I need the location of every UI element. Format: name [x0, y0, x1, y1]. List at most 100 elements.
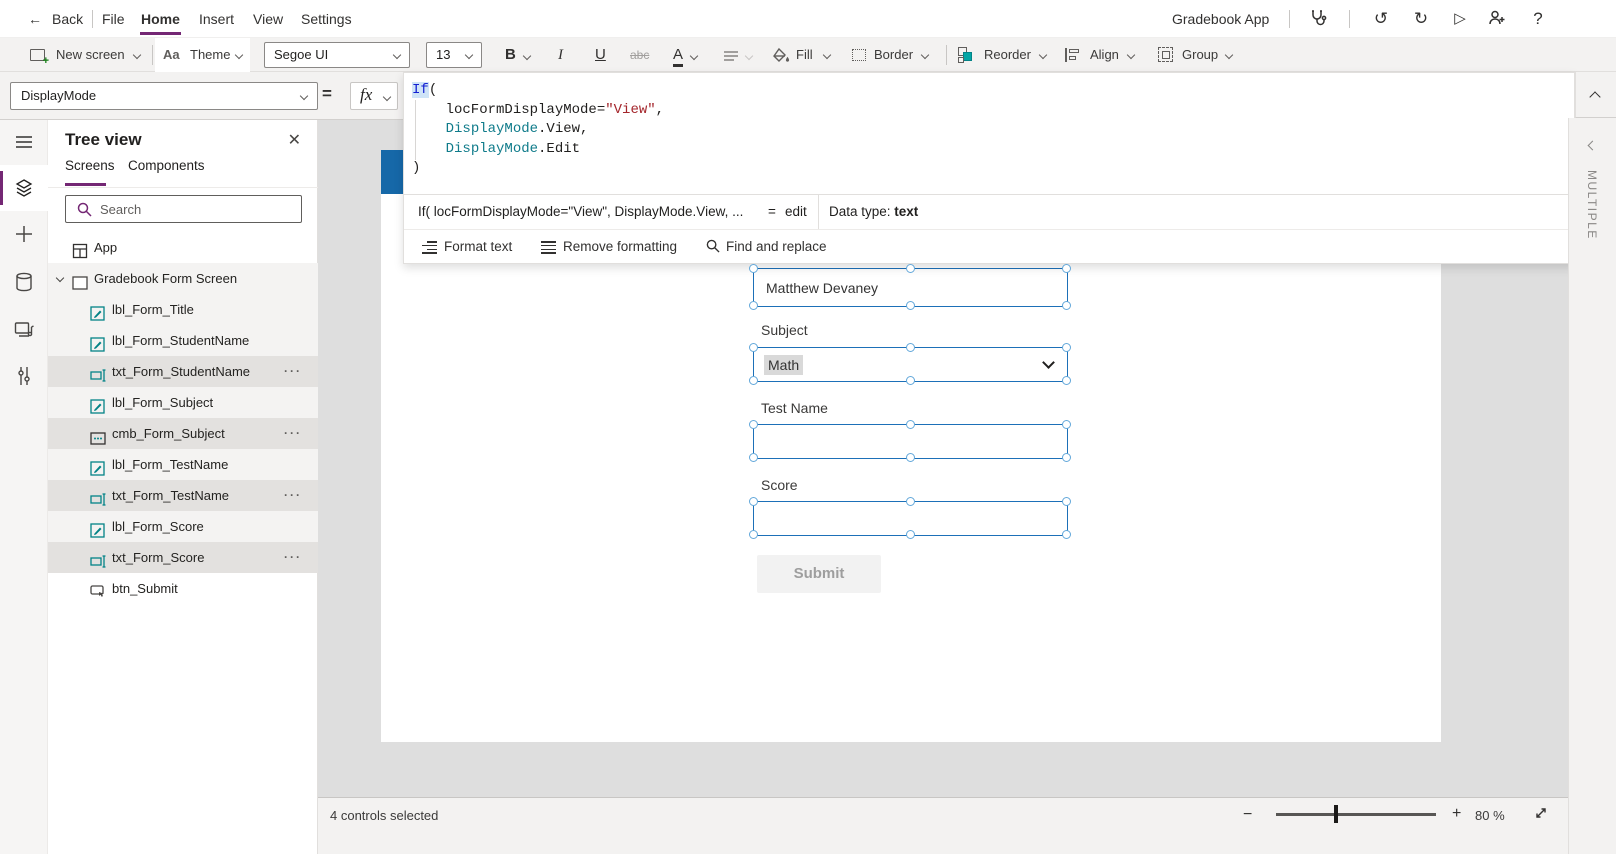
- formula-code[interactable]: If( locFormDisplayMode="View", DisplayMo…: [412, 81, 664, 179]
- selection-handle[interactable]: [749, 264, 758, 273]
- selection-handle[interactable]: [749, 301, 758, 310]
- group-button[interactable]: Group: [1182, 38, 1218, 72]
- selection-handle[interactable]: [1062, 301, 1071, 310]
- text-align-button[interactable]: [724, 49, 738, 63]
- selection-handle[interactable]: [1062, 420, 1071, 429]
- chevron-down-icon[interactable]: [1042, 356, 1055, 369]
- find-replace-button[interactable]: Find and replace: [706, 230, 827, 264]
- selection-handle[interactable]: [1062, 453, 1071, 462]
- close-icon[interactable]: ✕: [288, 130, 301, 150]
- underline-button[interactable]: U: [595, 42, 606, 68]
- cmb-form-subject-control[interactable]: Math: [753, 347, 1068, 382]
- submit-button-control[interactable]: Submit: [757, 555, 881, 593]
- score-label[interactable]: Score: [761, 477, 798, 493]
- selection-handle[interactable]: [749, 343, 758, 352]
- tree-item-txt_Form_StudentName[interactable]: txt_Form_StudentName ···: [48, 356, 318, 387]
- txt-form-score-control[interactable]: [753, 501, 1068, 536]
- italic-button[interactable]: I: [558, 42, 563, 68]
- redo-icon[interactable]: ↻: [1410, 8, 1432, 30]
- back-arrow-icon[interactable]: ←: [28, 0, 42, 38]
- preview-icon[interactable]: ▷: [1449, 8, 1471, 30]
- selection-handle[interactable]: [1062, 343, 1071, 352]
- media-icon[interactable]: [0, 306, 48, 352]
- selection-handle[interactable]: [906, 301, 915, 310]
- selection-handle[interactable]: [906, 453, 915, 462]
- selection-handle[interactable]: [1062, 497, 1071, 506]
- testname-label[interactable]: Test Name: [761, 400, 828, 416]
- strikethrough-button[interactable]: abc: [630, 42, 649, 68]
- tab-components[interactable]: Components: [128, 158, 205, 184]
- tree-view-rail-icon[interactable]: [0, 165, 48, 211]
- selection-handle[interactable]: [906, 420, 915, 429]
- txt-form-studentname-control[interactable]: Matthew Devaney: [753, 268, 1068, 307]
- bold-button[interactable]: B: [505, 42, 516, 68]
- tab-screens[interactable]: Screens: [65, 158, 115, 184]
- selection-handle[interactable]: [906, 264, 915, 273]
- advanced-tools-icon[interactable]: [0, 353, 48, 399]
- data-icon[interactable]: [0, 259, 48, 305]
- app-checker-icon[interactable]: [1306, 8, 1328, 30]
- selection-handle[interactable]: [1062, 264, 1071, 273]
- fx-button[interactable]: fx: [350, 82, 398, 110]
- overflow-menu-icon[interactable]: ···: [284, 480, 302, 511]
- format-text-button[interactable]: Format text: [422, 230, 512, 264]
- zoom-in-button[interactable]: +: [1452, 805, 1461, 823]
- selection-handle[interactable]: [906, 497, 915, 506]
- hamburger-menu-icon[interactable]: [0, 122, 48, 168]
- undo-icon[interactable]: ↺: [1370, 8, 1392, 30]
- insert-plus-icon[interactable]: [0, 212, 48, 258]
- tree-item-cmb_Form_Subject[interactable]: cmb_Form_Subject ···: [48, 418, 318, 449]
- tree-item-screen[interactable]: Gradebook Form Screen: [48, 263, 318, 294]
- selection-handle[interactable]: [749, 420, 758, 429]
- selection-handle[interactable]: [749, 376, 758, 385]
- selection-handle[interactable]: [906, 343, 915, 352]
- font-select[interactable]: Segoe UI: [264, 42, 410, 68]
- property-select[interactable]: DisplayMode: [10, 82, 318, 110]
- tree-item-lbl_Form_TestName[interactable]: lbl_Form_TestName: [48, 449, 318, 480]
- fill-button[interactable]: Fill: [796, 38, 813, 72]
- chevron-down-icon[interactable]: [56, 274, 64, 282]
- selection-handle[interactable]: [906, 376, 915, 385]
- fit-to-window-icon[interactable]: [1533, 805, 1549, 824]
- zoom-out-button[interactable]: −: [1243, 806, 1252, 824]
- overflow-menu-icon[interactable]: ···: [284, 356, 302, 387]
- border-button[interactable]: Border: [874, 38, 913, 72]
- selection-handle[interactable]: [1062, 376, 1071, 385]
- selection-handle[interactable]: [1062, 530, 1071, 539]
- help-icon[interactable]: ?: [1527, 8, 1549, 30]
- selection-handle[interactable]: [749, 453, 758, 462]
- share-icon[interactable]: [1486, 8, 1508, 30]
- overflow-menu-icon[interactable]: ···: [284, 418, 302, 449]
- tree-item-lbl_Form_Score[interactable]: lbl_Form_Score: [48, 511, 318, 542]
- menu-view[interactable]: View: [253, 0, 283, 38]
- tree-item-btn_Submit[interactable]: btn_Submit: [48, 573, 318, 604]
- align-button[interactable]: Align: [1090, 38, 1119, 72]
- tree-item-txt_Form_TestName[interactable]: txt_Form_TestName ···: [48, 480, 318, 511]
- selection-handle[interactable]: [906, 530, 915, 539]
- overflow-menu-icon[interactable]: ···: [284, 542, 302, 573]
- selection-handle[interactable]: [749, 530, 758, 539]
- new-screen-button[interactable]: New screen: [56, 38, 125, 72]
- formula-result-bar[interactable]: If( locFormDisplayMode="View", DisplayMo…: [404, 194, 1574, 229]
- font-color-button[interactable]: A: [673, 45, 683, 67]
- tree-item-lbl_Form_Title[interactable]: lbl_Form_Title: [48, 294, 318, 325]
- tree-item-txt_Form_Score[interactable]: txt_Form_Score ···: [48, 542, 318, 573]
- remove-formatting-button[interactable]: Remove formatting: [541, 230, 677, 264]
- back-button[interactable]: Back: [52, 0, 83, 38]
- menu-insert[interactable]: Insert: [199, 0, 234, 38]
- font-size-select[interactable]: 13: [426, 42, 482, 68]
- tree-item-lbl_Form_StudentName[interactable]: lbl_Form_StudentName: [48, 325, 318, 356]
- txt-form-testname-control[interactable]: [753, 424, 1068, 459]
- formula-collapse-button[interactable]: [1575, 72, 1616, 118]
- search-input[interactable]: Search: [65, 195, 302, 223]
- reorder-button[interactable]: Reorder: [984, 38, 1031, 72]
- tree-item-app[interactable]: App: [48, 232, 318, 263]
- formula-editor-panel[interactable]: If( locFormDisplayMode="View", DisplayMo…: [403, 72, 1575, 264]
- zoom-slider[interactable]: [1276, 813, 1436, 816]
- tree-item-lbl_Form_Subject[interactable]: lbl_Form_Subject: [48, 387, 318, 418]
- menu-settings[interactable]: Settings: [301, 0, 352, 38]
- chevron-left-icon[interactable]: [1588, 141, 1598, 151]
- menu-file[interactable]: File: [102, 0, 125, 38]
- subject-label[interactable]: Subject: [761, 322, 808, 338]
- selection-handle[interactable]: [749, 497, 758, 506]
